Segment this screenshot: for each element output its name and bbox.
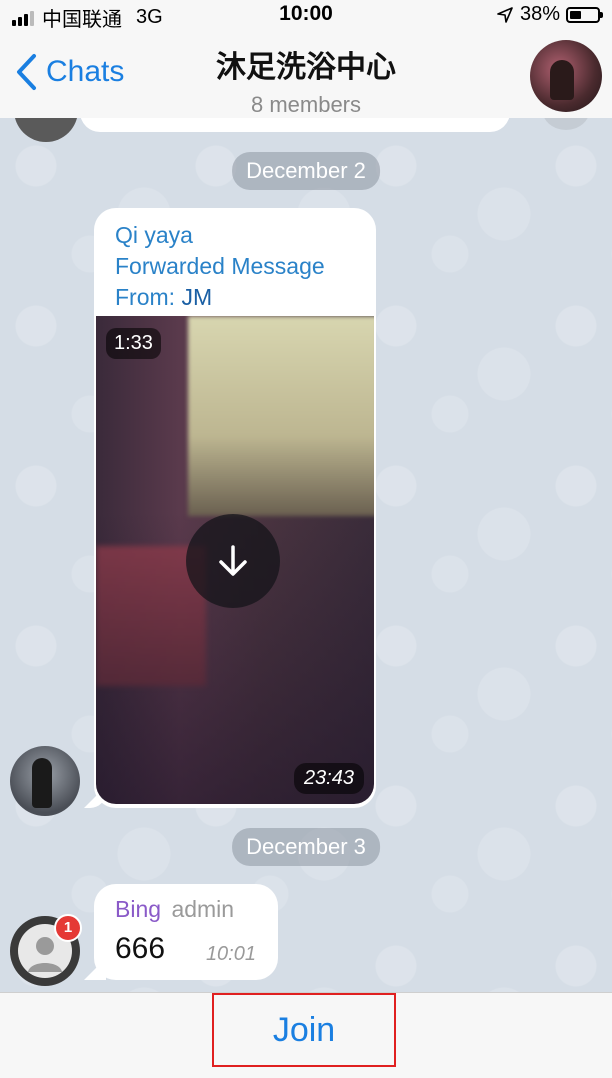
from-name: JM bbox=[181, 284, 213, 310]
notification-badge: 1 bbox=[54, 914, 82, 942]
chat-title-area[interactable]: 沐足洗浴中心 8 members bbox=[150, 42, 462, 118]
back-button[interactable]: Chats bbox=[14, 52, 124, 92]
status-bar: 中国联通 3G 10:00 38% bbox=[0, 0, 612, 31]
date-separator: December 3 bbox=[232, 828, 380, 866]
group-avatar[interactable] bbox=[530, 40, 602, 112]
status-right: 38% bbox=[496, 3, 603, 26]
join-button[interactable]: Join bbox=[212, 993, 396, 1067]
chat-header: Chats 沐足洗浴中心 8 members bbox=[0, 30, 612, 119]
bottom-bar: Join bbox=[0, 992, 612, 1078]
location-arrow-icon bbox=[497, 6, 513, 23]
message-sender: Bing admin bbox=[115, 896, 234, 923]
sender-name[interactable]: Qi yaya bbox=[115, 220, 325, 251]
from-prefix: From: bbox=[115, 284, 176, 310]
message-bubble[interactable]: Bing admin 666 10:01 bbox=[94, 884, 278, 980]
avatar[interactable] bbox=[14, 118, 78, 142]
sender-name[interactable]: Bing bbox=[115, 896, 161, 922]
admin-label: admin bbox=[171, 896, 235, 922]
back-label: Chats bbox=[46, 55, 125, 88]
message-time: 10:01 bbox=[205, 943, 256, 965]
user-avatar[interactable]: 1 bbox=[10, 914, 82, 986]
chevron-left-icon bbox=[17, 54, 36, 90]
battery-icon bbox=[566, 6, 603, 23]
forwarded-message-bubble[interactable]: Qi yaya Forwarded Message From: JM 1:33 … bbox=[94, 208, 376, 808]
forward-label: Forwarded Message bbox=[115, 253, 325, 279]
message-text: 666 bbox=[115, 932, 166, 965]
video-duration: 1:33 bbox=[106, 328, 161, 359]
forward-from[interactable]: From: JM bbox=[115, 282, 325, 313]
download-arrow-icon bbox=[219, 545, 247, 576]
download-button[interactable] bbox=[186, 514, 280, 608]
video-thumbnail[interactable]: 1:33 23:43 bbox=[96, 316, 374, 804]
message-bubble[interactable] bbox=[80, 118, 510, 132]
battery-percent: 38% bbox=[519, 3, 560, 25]
scroll-button[interactable] bbox=[542, 118, 590, 130]
forward-header: Qi yaya Forwarded Message From: JM bbox=[115, 220, 325, 313]
chat-area[interactable]: December 2 Qi yaya Forwarded Message Fro… bbox=[0, 118, 612, 992]
sender-avatar[interactable] bbox=[10, 746, 80, 816]
date-separator: December 2 bbox=[232, 152, 380, 190]
message-time: 23:43 bbox=[293, 763, 364, 794]
member-count: 8 members bbox=[250, 92, 362, 117]
chat-title: 沐足洗浴中心 bbox=[216, 50, 396, 85]
